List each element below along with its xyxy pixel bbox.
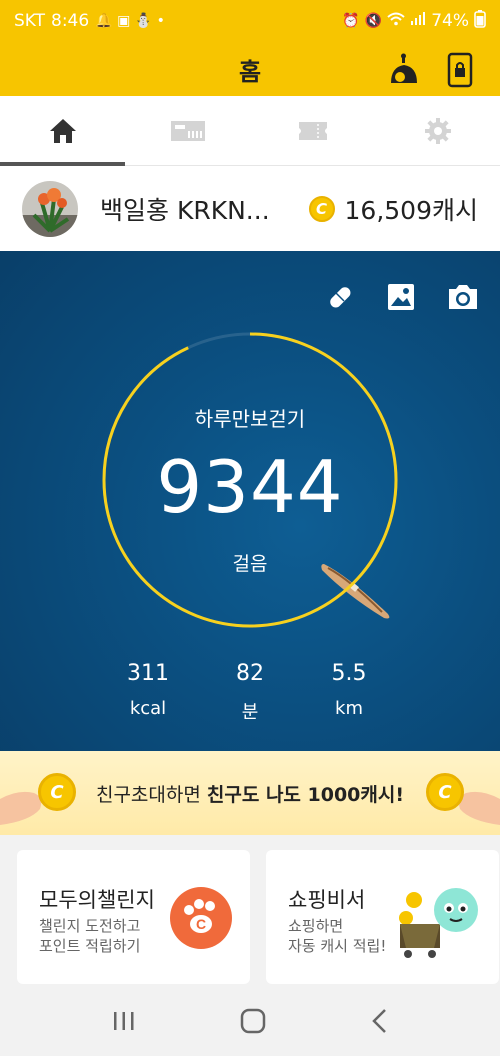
stat-value: 5.5	[331, 661, 367, 686]
step-unit: 걸음	[232, 553, 268, 575]
card-subtitle-line: 자동 캐시 적립!	[288, 937, 387, 955]
camera-icon	[449, 285, 477, 309]
stat-distance: 5.5 km	[304, 661, 394, 719]
challenge-card[interactable]: 모두의챌린지 챌린지 도전하고 포인트 적립하기 C	[17, 850, 250, 984]
feature-cards: 모두의챌린지 챌린지 도전하고 포인트 적립하기 C 쇼핑비서 쇼핑하면 자동 …	[0, 850, 500, 985]
signal-icon	[410, 12, 426, 30]
paw-coin-icon: C	[170, 887, 232, 949]
home-nav-icon	[240, 1008, 266, 1034]
card-subtitle-line: 챌린지 도전하고	[39, 917, 141, 935]
pill-icon	[330, 287, 351, 308]
tab-coupon[interactable]	[125, 96, 250, 165]
home-nav-button[interactable]	[240, 1008, 266, 1038]
mute-icon: 🔇	[364, 13, 383, 29]
back-button[interactable]	[370, 1008, 388, 1038]
card-subtitle-line: 쇼핑하면	[288, 917, 344, 935]
card-subtitle: 챌린지 도전하고 포인트 적립하기	[39, 916, 140, 956]
banner-text-prefix: 친구초대하면	[95, 783, 207, 806]
wifi-icon	[387, 12, 405, 30]
notification-icons: 🔔 ▣ ⛄ •	[95, 13, 165, 29]
home-icon	[49, 118, 76, 143]
coin-icon: C	[308, 195, 335, 222]
profile-row[interactable]: 백일홍 KRKN... C 16,509캐시	[0, 166, 500, 251]
gear-icon	[424, 117, 451, 144]
card-title: 모두의챌린지	[39, 888, 155, 912]
stat-unit: 분	[241, 702, 259, 723]
stat-calories: 311 kcal	[103, 661, 193, 719]
pill-button[interactable]	[322, 279, 358, 315]
coupon-icon	[170, 120, 205, 141]
cash-balance[interactable]: C 16,509캐시	[308, 191, 478, 227]
cash-amount: 16,509캐시	[344, 195, 478, 225]
stat-value: 311	[127, 661, 169, 686]
coin-icon: C	[426, 773, 464, 811]
gallery-button[interactable]	[383, 279, 419, 315]
invite-banner[interactable]: C 친구초대하면 친구도 나도 1000캐시! C	[0, 751, 500, 835]
card-title: 쇼핑비서	[288, 888, 366, 912]
stat-minutes: 82 분	[205, 661, 295, 724]
avatar[interactable]	[22, 180, 78, 237]
pedometer-panel: 하루만보걷기 9344 걸음 311 kcal 82 분 5.5 km	[0, 251, 500, 751]
pedometer-label: 하루만보걷기	[194, 407, 306, 431]
battery-icon	[474, 9, 486, 33]
page-title: 홈	[238, 58, 262, 86]
stat-unit: kcal	[129, 698, 167, 719]
time-label: 8:46	[51, 11, 90, 31]
card-subtitle-line: 포인트 적립하기	[39, 937, 141, 955]
svg-text:C: C	[196, 916, 206, 932]
status-bar: SKT 8:46 🔔 ▣ ⛄ • ⏰ 🔇 74%	[0, 0, 500, 42]
profile-name: 백일홍 KRKN...	[100, 195, 270, 225]
weather-button[interactable]	[384, 50, 424, 90]
stat-unit: km	[335, 698, 363, 719]
shopping-card[interactable]: 쇼핑비서 쇼핑하면 자동 캐시 적립!	[266, 850, 499, 984]
card-subtitle: 쇼핑하면 자동 캐시 적립!	[288, 916, 386, 956]
carrier-label: SKT	[14, 11, 46, 31]
alarm-icon: ⏰	[342, 13, 360, 29]
battery-label: 74%	[431, 11, 469, 31]
phone-lock-button[interactable]	[440, 50, 480, 90]
back-icon	[372, 1009, 386, 1033]
system-nav-bar	[0, 990, 500, 1056]
shopping-cart-icon	[399, 888, 478, 958]
coin-icon: C	[38, 773, 76, 811]
tab-ticket[interactable]	[250, 96, 375, 165]
banner-text: 친구초대하면 친구도 나도 1000캐시!	[96, 780, 404, 807]
image-icon	[388, 284, 414, 310]
phone-lock-icon	[447, 52, 473, 88]
banner-text-bold: 친구도 나도 1000캐시!	[206, 783, 405, 806]
tab-bar	[0, 96, 500, 166]
tab-home[interactable]	[0, 96, 125, 166]
tab-settings[interactable]	[375, 96, 500, 165]
camera-button[interactable]	[445, 279, 481, 315]
weather-icon	[391, 53, 417, 83]
ticket-icon	[298, 121, 327, 140]
step-count: 9344	[156, 445, 344, 529]
recent-apps-icon	[114, 1012, 134, 1030]
app-header: 홈	[0, 42, 500, 96]
stat-value: 82	[236, 661, 264, 686]
recent-apps-button[interactable]	[112, 1010, 136, 1036]
